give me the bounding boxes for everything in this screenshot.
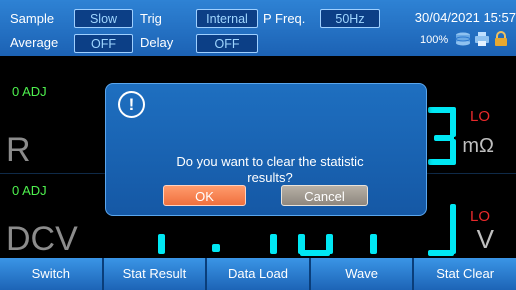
stat-result-button[interactable]: Stat Result — [103, 258, 208, 290]
status-bar: Sample Slow Trig Internal P Freq. 50Hz 3… — [0, 0, 516, 56]
function-label: DCV — [6, 220, 78, 258]
pfreq-value-box[interactable]: 50Hz — [320, 9, 380, 28]
delay-value-box[interactable]: OFF — [196, 34, 258, 53]
cancel-button[interactable]: Cancel — [281, 185, 368, 206]
function-label: R — [6, 131, 31, 169]
trig-label: Trig — [140, 11, 162, 26]
dialog-message-line1: Do you want to clear the statistic — [176, 154, 364, 169]
trig-value-box[interactable]: Internal — [196, 9, 258, 28]
limit-indicator: LO — [469, 208, 490, 225]
limit-indicator: LO — [469, 108, 490, 125]
sample-value-box[interactable]: Slow — [74, 9, 133, 28]
switch-button[interactable]: Switch — [0, 258, 104, 290]
dialog-message-line2: results? — [247, 170, 293, 185]
datetime: 30/04/2021 15:57 — [414, 10, 516, 25]
unit-label: V — [476, 224, 494, 254]
sample-label: Sample — [10, 11, 55, 26]
battery-level: 100% — [420, 34, 449, 46]
average-label: Average — [10, 35, 59, 50]
delay-label: Delay — [140, 35, 174, 50]
zero-adjust-indicator: 0 ADJ — [12, 183, 47, 198]
pfreq-label: P Freq. — [263, 11, 306, 26]
data-load-button[interactable]: Data Load — [207, 258, 311, 290]
storage-icon — [455, 32, 471, 46]
wave-button[interactable]: Wave — [310, 258, 415, 290]
alert-icon: ! — [118, 91, 145, 118]
dialog-message: Do you want to clear the statistic resul… — [146, 154, 394, 186]
lock-icon — [495, 31, 507, 46]
stat-clear-button[interactable]: Stat Clear — [414, 258, 516, 290]
average-value-box[interactable]: OFF — [74, 34, 133, 53]
ok-button[interactable]: OK — [163, 185, 246, 206]
printer-icon — [475, 32, 489, 46]
softkey-bar: Switch Stat Result Data Load Wave Stat C… — [0, 258, 516, 290]
clear-statistics-dialog: ! Do you want to clear the statistic res… — [105, 83, 427, 216]
zero-adjust-indicator: 0 ADJ — [12, 84, 47, 99]
